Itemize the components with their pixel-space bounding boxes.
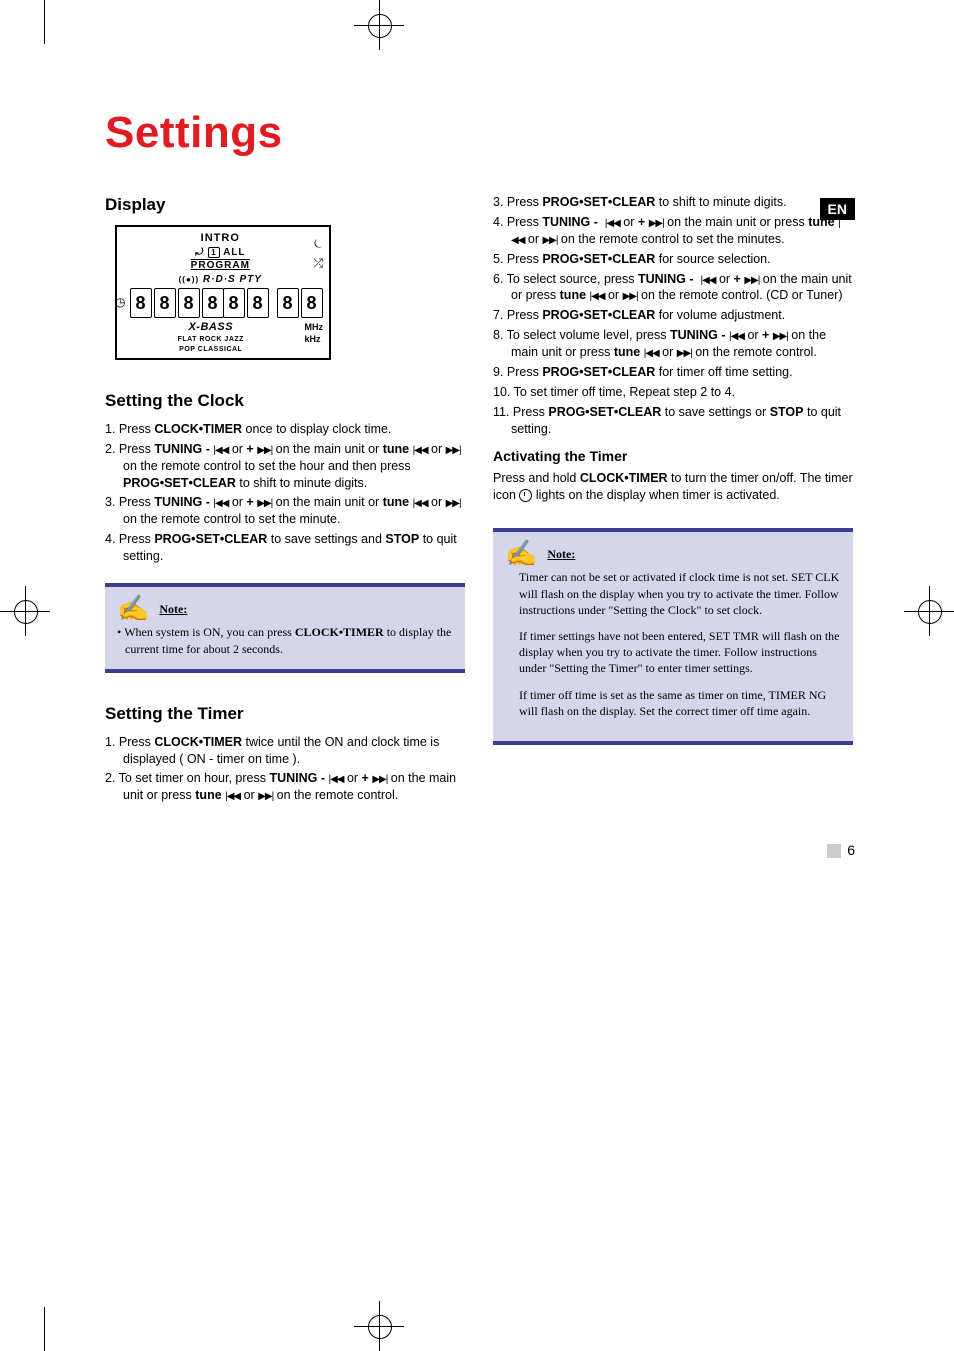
display-pty-label: PTY xyxy=(239,274,261,285)
step-item: 2. To set timer on hour, press TUNING - … xyxy=(105,770,465,804)
step-item: 1. Press CLOCK•TIMER twice until the ON … xyxy=(105,734,465,768)
timer-steps-left-list: 1. Press CLOCK•TIMER twice until the ON … xyxy=(105,734,465,805)
display-rds-label: R·D·S xyxy=(203,274,236,285)
note-title: Note: xyxy=(547,546,575,562)
hand-writing-icon: ✍ xyxy=(505,542,537,565)
sleep-icon: ⏾ xyxy=(313,235,323,251)
activating-timer-body: Press and hold CLOCK•TIMER to turn the t… xyxy=(493,470,853,504)
shuffle-icon: ⤮ xyxy=(313,255,323,271)
note-paragraph: If timer off time is set as the same as … xyxy=(519,687,841,719)
display-mhz-label: MHz xyxy=(305,322,324,334)
note-paragraph: If timer settings have not been entered,… xyxy=(519,628,841,677)
display-panel-figure: • INTRO ⤾ 1 ALL PROGRAM ((●)) R·D·S PTY xyxy=(115,225,331,360)
timer-clock-icon: ◷ xyxy=(115,294,125,310)
language-badge: EN xyxy=(820,198,855,220)
display-xbass-label: X-BASS xyxy=(123,320,299,335)
clock-steps-list: 1. Press CLOCK•TIMER once to display clo… xyxy=(105,421,465,565)
step-item: 7. Press PROG•SET•CLEAR for volume adjus… xyxy=(493,307,853,324)
display-heading: Display xyxy=(105,194,465,217)
note-title: Note: xyxy=(159,601,187,617)
timer-note-block: ✍ Note: Timer can not be set or activate… xyxy=(493,528,853,745)
step-item: 11. Press PROG•SET•CLEAR to save setting… xyxy=(493,404,853,438)
step-item: 8. To select volume level, press TUNING … xyxy=(493,327,853,361)
step-item: 3. Press PROG•SET•CLEAR to shift to minu… xyxy=(493,194,853,211)
setting-timer-heading: Setting the Timer xyxy=(105,703,465,726)
display-all-label: ALL xyxy=(223,247,245,258)
hand-writing-icon: ✍ xyxy=(117,597,149,620)
activating-timer-heading: Activating the Timer xyxy=(493,447,853,466)
left-column: Display • INTRO ⤾ 1 ALL PROGRAM ((●)) xyxy=(105,194,465,814)
display-eq-row1: FLAT ROCK JAZZ xyxy=(123,335,299,344)
setting-clock-heading: Setting the Clock xyxy=(105,390,465,413)
step-item: 3. Press TUNING - |◀◀ or + ▶▶| on the ma… xyxy=(105,494,465,528)
step-item: 1. Press CLOCK•TIMER once to display clo… xyxy=(105,421,465,438)
display-eq-row2: POP CLASSICAL xyxy=(123,345,299,354)
step-item: 6. To select source, press TUNING - |◀◀ … xyxy=(493,271,853,305)
page-title: Settings xyxy=(105,108,855,158)
step-item: 5. Press PROG•SET•CLEAR for source selec… xyxy=(493,251,853,268)
timer-steps-right-list: 3. Press PROG•SET•CLEAR to shift to minu… xyxy=(493,194,853,437)
clock-note-block: ✍ Note: • When system is ON, you can pre… xyxy=(105,583,465,673)
step-item: 4. Press PROG•SET•CLEAR to save settings… xyxy=(105,531,465,565)
step-item: 2. Press TUNING - |◀◀ or + ▶▶| on the ma… xyxy=(105,441,465,492)
display-khz-label: kHz xyxy=(305,334,324,346)
display-segment-row: 88888888 xyxy=(129,288,323,318)
display-program-label: PROGRAM xyxy=(131,259,309,273)
clock-note-body: When system is ON, you can press CLOCK•T… xyxy=(124,625,451,655)
right-column: 3. Press PROG•SET•CLEAR to shift to minu… xyxy=(493,194,853,814)
step-item: 9. Press PROG•SET•CLEAR for timer off ti… xyxy=(493,364,853,381)
page-number: 6 xyxy=(105,842,855,858)
step-item: 10. To set timer off time, Repeat step 2… xyxy=(493,384,853,401)
step-item: 4. Press TUNING - |◀◀ or + ▶▶| on the ma… xyxy=(493,214,853,248)
display-intro-label: INTRO xyxy=(131,231,309,246)
note-paragraph: Timer can not be set or activated if clo… xyxy=(519,569,841,618)
